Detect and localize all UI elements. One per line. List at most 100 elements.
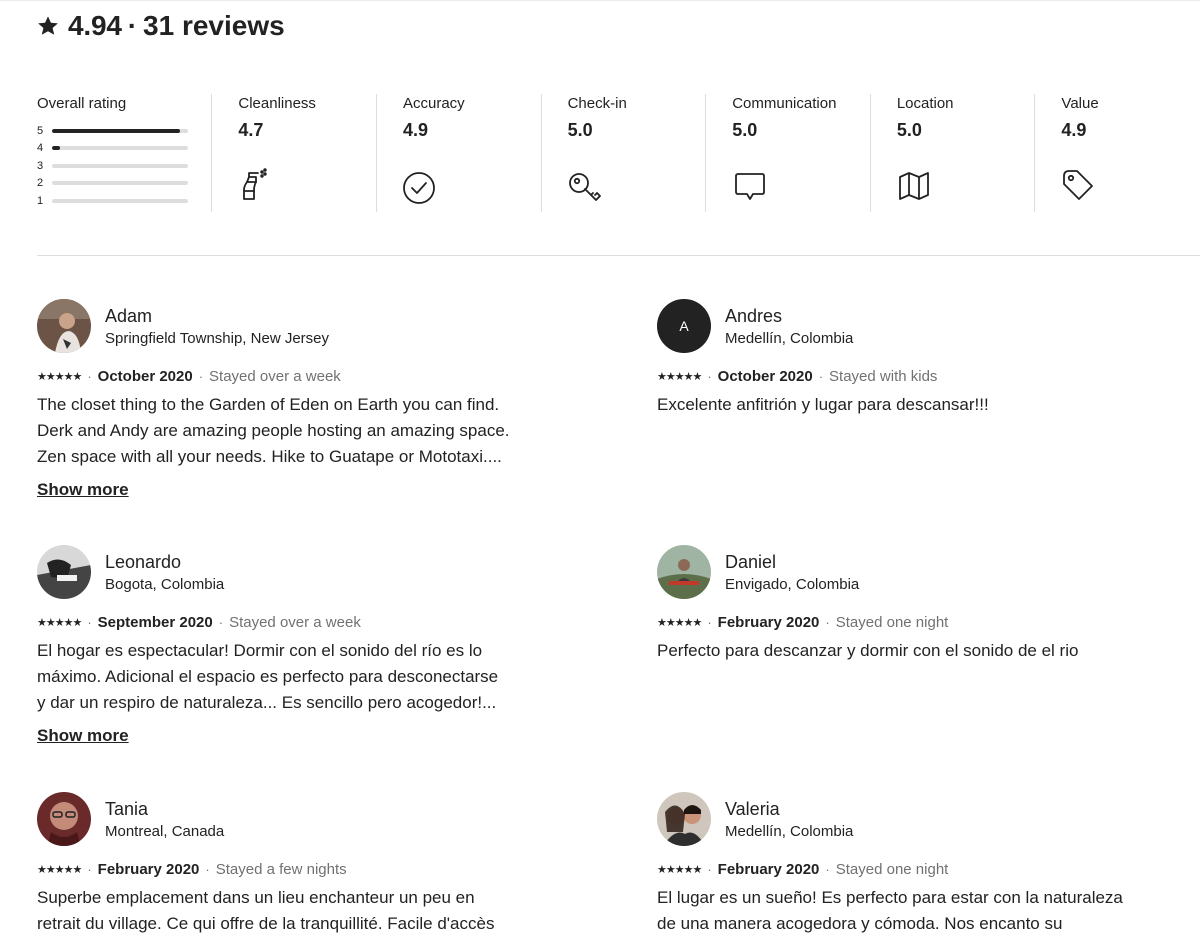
review-date: February 2020 bbox=[717, 613, 820, 631]
reviewer-header: Leonardo Bogota, Colombia bbox=[37, 544, 557, 600]
rating-distribution: 5 4 3 2 1 bbox=[37, 122, 211, 210]
category-communication: Communication 5.0 bbox=[706, 94, 871, 212]
meta-separator: · bbox=[707, 368, 712, 384]
rating-bar-track bbox=[52, 163, 188, 168]
reviewer-location: Springfield Township, New Jersey bbox=[105, 329, 329, 347]
rating-bar-track bbox=[52, 198, 188, 203]
review-stars: ★★★★★ bbox=[37, 616, 82, 629]
rating-bar-label: 3 bbox=[37, 159, 44, 172]
rating-bar-row: 1 bbox=[37, 192, 211, 210]
category-location: Location 5.0 bbox=[871, 94, 1036, 212]
star-icon bbox=[38, 16, 58, 35]
reviews-header: 4.94 · 31 reviews bbox=[37, 8, 285, 44]
review-card: Daniel Envigado, Colombia ★★★★★ · Februa… bbox=[657, 544, 1177, 664]
meta-separator: · bbox=[818, 368, 824, 384]
stay-length: Stayed over a week bbox=[209, 367, 341, 385]
reviewer-name: Leonardo bbox=[105, 551, 182, 572]
reviewer-header: Tania Montreal, Canada bbox=[37, 791, 557, 847]
review-meta: ★★★★★ · October 2020 · Stayed over a wee… bbox=[37, 366, 557, 386]
meta-separator: · bbox=[825, 861, 830, 877]
meta-separator: · bbox=[205, 861, 210, 877]
category-name: Check-in bbox=[567, 95, 627, 112]
review-card: Leonardo Bogota, Colombia ★★★★★ · Septem… bbox=[37, 544, 557, 746]
rating-bar-label: 2 bbox=[37, 177, 44, 190]
map-icon bbox=[898, 172, 929, 200]
category-score: 4.7 bbox=[238, 120, 264, 140]
review-card: A Andres Medellín, Colombia ★★★★★ · Octo… bbox=[657, 298, 1177, 418]
review-date: February 2020 bbox=[97, 860, 200, 878]
review-card: Adam Springfield Township, New Jersey ★★… bbox=[37, 298, 557, 500]
reviewer-name: Adam bbox=[105, 305, 153, 326]
category-name: Value bbox=[1061, 95, 1099, 112]
top-divider bbox=[0, 0, 1200, 1]
reviewer-name: Tania bbox=[105, 798, 149, 819]
reviewer-header: A Andres Medellín, Colombia bbox=[657, 298, 1177, 354]
rating-bar-row: 4 bbox=[37, 140, 211, 158]
rating-bar-track bbox=[52, 181, 188, 186]
review-stars: ★★★★★ bbox=[657, 370, 702, 383]
category-name: Accuracy bbox=[402, 95, 465, 112]
avatar[interactable] bbox=[37, 299, 91, 353]
review-date: September 2020 bbox=[97, 613, 213, 631]
rating-bar-label: 4 bbox=[37, 142, 44, 155]
meta-separator: · bbox=[87, 368, 92, 384]
review-meta: ★★★★★ · February 2020 · Stayed one night bbox=[657, 859, 1177, 879]
rating-categories: Overall rating 5 4 3 2 1 Cleanliness 4.7 Acc… bbox=[37, 94, 1200, 212]
rating-bar-row: 5 bbox=[37, 122, 211, 140]
stay-length: Stayed over a week bbox=[229, 613, 361, 631]
rating-bar-track bbox=[52, 128, 188, 133]
stay-length: Stayed one night bbox=[835, 613, 949, 631]
avatar[interactable]: A bbox=[657, 299, 711, 353]
review-card: Tania Montreal, Canada ★★★★★ · February … bbox=[37, 791, 557, 937]
meta-separator: · bbox=[198, 368, 204, 384]
reviewer-location: Montreal, Canada bbox=[105, 822, 225, 840]
avatar[interactable] bbox=[657, 545, 711, 599]
review-meta: ★★★★★ · October 2020 · Stayed with kids bbox=[657, 366, 1177, 386]
show-more-link[interactable]: Show more bbox=[37, 726, 129, 746]
rating-bar-fill bbox=[52, 146, 61, 151]
avatar[interactable] bbox=[37, 545, 91, 599]
review-stars: ★★★★★ bbox=[37, 370, 82, 383]
stay-length: Stayed with kids bbox=[829, 367, 938, 385]
category-cleanliness: Cleanliness 4.7 bbox=[212, 94, 377, 212]
overall-rating-title: Overall rating bbox=[37, 95, 127, 112]
reviewer-location: Bogota, Colombia bbox=[105, 575, 225, 593]
rating-bar-label: 5 bbox=[37, 124, 44, 137]
price-tag-icon bbox=[1063, 170, 1094, 200]
review-stars: ★★★★★ bbox=[657, 616, 702, 629]
meta-separator: · bbox=[218, 614, 224, 630]
review-stars: ★★★★★ bbox=[657, 863, 702, 876]
review-meta: ★★★★★ · February 2020 · Stayed a few nig… bbox=[37, 859, 557, 879]
rating-bar-track bbox=[52, 146, 188, 151]
category-name: Cleanliness bbox=[238, 95, 316, 112]
avatar[interactable] bbox=[657, 792, 711, 846]
reviewer-name: Valeria bbox=[725, 798, 780, 819]
rating-bar-label: 1 bbox=[37, 194, 44, 207]
rating-bar-fill bbox=[52, 128, 180, 133]
category-name: Location bbox=[896, 95, 954, 112]
stay-length: Stayed a few nights bbox=[215, 860, 347, 878]
review-text: Perfecto para descanzar y dormir con el … bbox=[657, 641, 1079, 660]
separator-dot: · bbox=[127, 10, 138, 41]
review-count: 31 reviews bbox=[143, 10, 285, 41]
meta-separator: · bbox=[87, 861, 92, 877]
reviewer-header: Adam Springfield Township, New Jersey bbox=[37, 298, 557, 354]
avatar[interactable] bbox=[37, 792, 91, 846]
category-score: 5.0 bbox=[896, 120, 922, 140]
stay-length: Stayed one night bbox=[835, 860, 949, 878]
review-text: Excelente anfitrión y lugar para descans… bbox=[657, 395, 989, 414]
review-meta: ★★★★★ · February 2020 · Stayed one night bbox=[657, 612, 1177, 632]
reviewer-header: Valeria Medellín, Colombia bbox=[657, 791, 1177, 847]
rating-bar-row: 3 bbox=[37, 157, 211, 175]
category-name: Communication bbox=[732, 95, 837, 112]
reviewer-location: Envigado, Colombia bbox=[725, 575, 860, 593]
meta-separator: · bbox=[825, 614, 830, 630]
review-text: The closet thing to the Garden of Eden o… bbox=[37, 395, 510, 466]
meta-separator: · bbox=[87, 614, 92, 630]
reviewer-name: Daniel bbox=[725, 551, 777, 572]
meta-separator: · bbox=[707, 861, 712, 877]
check-circle-icon bbox=[403, 172, 435, 204]
show-more-link[interactable]: Show more bbox=[37, 480, 129, 500]
overall-rating-panel: Overall rating 5 4 3 2 1 bbox=[37, 94, 213, 212]
reviewer-location: Medellín, Colombia bbox=[725, 822, 854, 840]
